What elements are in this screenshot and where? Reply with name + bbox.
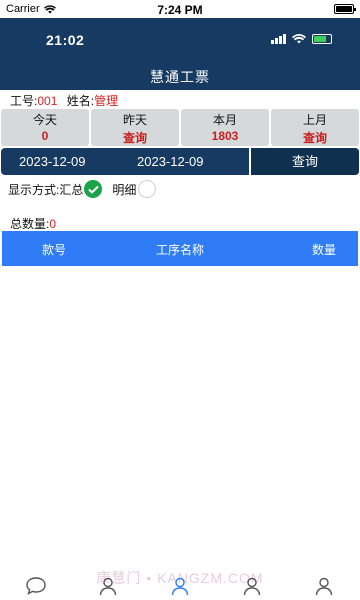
stat-label: 昨天 (122, 113, 147, 127)
column-process-name: 工序名称 (155, 243, 204, 257)
worker-info: 工号:001 姓名:管理 (10, 92, 118, 109)
page-title: 慧通工票 (150, 69, 210, 85)
app-header: 21:02 慧通工票 (0, 18, 360, 90)
bottom-tab-bar (0, 572, 360, 600)
stat-label: 上月 (302, 113, 327, 127)
battery-icon (334, 4, 356, 14)
user-icon (243, 577, 261, 596)
date-range-bar: 2023-12-09 2023-12-09 查询 (1, 148, 359, 175)
check-icon (88, 185, 99, 194)
stat-value: 1803 (211, 129, 239, 143)
display-mode: 显示方式: 汇总 明细 (8, 179, 157, 199)
worker-name-label: 姓名: (66, 94, 95, 108)
tab-user-5[interactable] (310, 572, 338, 600)
query-button[interactable]: 查询 (249, 148, 359, 175)
stat-last-month[interactable]: 上月 查询 (271, 109, 359, 146)
option-detail-label: 明细 (112, 182, 137, 197)
summary-radio[interactable] (84, 180, 103, 198)
battery-charging-icon (312, 34, 332, 44)
worker-id-value: 001 (37, 94, 58, 108)
device-time: 7:24 PM (157, 3, 203, 17)
tab-user-active[interactable] (166, 572, 194, 600)
end-date-picker[interactable]: 2023-12-09 (137, 154, 204, 169)
tab-messages[interactable] (22, 572, 50, 600)
stat-label: 今天 (32, 113, 57, 127)
tab-user-4[interactable] (238, 572, 266, 600)
stat-value: 查询 (122, 131, 147, 145)
user-icon (315, 577, 333, 596)
stat-today[interactable]: 今天 0 (1, 109, 89, 146)
display-mode-label: 显示方式: (8, 182, 60, 197)
wifi-icon (292, 34, 306, 44)
stat-value: 0 (41, 129, 49, 143)
total-quantity: 总数量:0 (10, 215, 56, 232)
worker-name-value: 管理 (94, 94, 119, 108)
signal-icon (271, 34, 286, 44)
stats-row: 今天 0 昨天 查询 本月 1803 上月 查询 (1, 109, 359, 146)
stat-yesterday[interactable]: 昨天 查询 (91, 109, 179, 146)
worker-id-label: 工号: (10, 94, 38, 108)
app-status-icons (271, 34, 332, 44)
column-quantity: 数量 (311, 243, 336, 257)
table-header: 款号 工序名称 数量 (2, 231, 358, 266)
stat-label: 本月 (212, 113, 237, 127)
stat-value: 查询 (302, 131, 327, 145)
device-status-bar: Carrier 7:24 PM (0, 0, 360, 18)
app-clock: 21:02 (46, 32, 85, 48)
total-label: 总数量: (10, 217, 50, 231)
start-date-picker[interactable]: 2023-12-09 (19, 154, 86, 169)
user-icon (171, 577, 189, 596)
option-summary-label: 汇总 (59, 182, 84, 197)
total-value: 0 (49, 217, 57, 231)
stat-this-month[interactable]: 本月 1803 (181, 109, 269, 146)
tab-user-2[interactable] (94, 572, 122, 600)
user-icon (99, 577, 117, 596)
chat-bubble-icon (26, 577, 46, 595)
detail-radio[interactable] (138, 180, 157, 198)
